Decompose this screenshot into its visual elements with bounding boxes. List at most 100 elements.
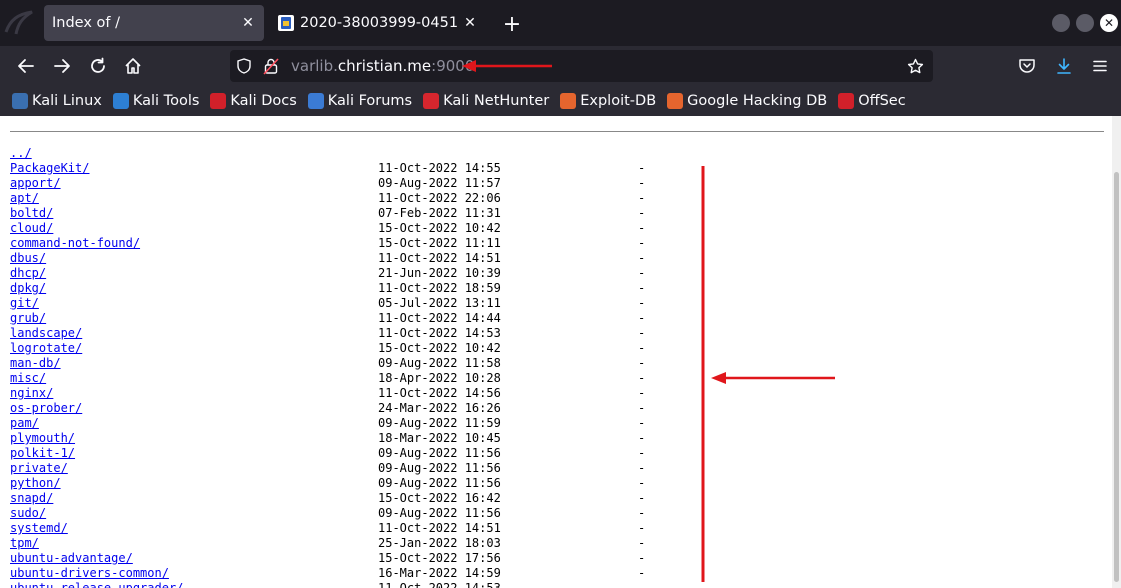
- maximize-window-icon[interactable]: [1076, 14, 1094, 32]
- bookmarks-toolbar: Kali Linux Kali Tools Kali Docs Kali Forums…: [0, 86, 1121, 116]
- modified-date: 16-Mar-2022 14:59: [378, 566, 501, 580]
- directory-link[interactable]: PackageKit/: [10, 161, 89, 175]
- page-scrollbar[interactable]: [1112, 116, 1121, 588]
- directory-link[interactable]: apt/: [10, 191, 39, 205]
- tab-second[interactable]: 2020-38003999-0451: U ✕: [268, 5, 486, 41]
- modified-date: 21-Jun-2022 10:39: [378, 266, 501, 280]
- directory-link[interactable]: dpkg/: [10, 281, 46, 295]
- directory-link[interactable]: snapd/: [10, 491, 53, 505]
- modified-date: 18-Mar-2022 10:45: [378, 431, 501, 445]
- file-size: -: [638, 551, 646, 565]
- directory-link[interactable]: cloud/: [10, 221, 53, 235]
- file-size: -: [638, 191, 646, 205]
- listing-row: systemd/11-Oct-2022 14:51 -: [10, 521, 645, 536]
- directory-link[interactable]: systemd/: [10, 521, 68, 535]
- directory-link[interactable]: git/: [10, 296, 39, 310]
- insecure-lock-icon[interactable]: [263, 57, 279, 75]
- directory-link[interactable]: man-db/: [10, 356, 61, 370]
- directory-link[interactable]: polkit-1/: [10, 446, 75, 460]
- directory-link[interactable]: ubuntu-advantage/: [10, 551, 133, 565]
- file-size: -: [638, 161, 646, 175]
- reload-icon[interactable]: [84, 52, 112, 80]
- page-content: ../ PackageKit/11-Oct-2022 14:55- apport/…: [0, 116, 1112, 588]
- directory-link[interactable]: grub/: [10, 311, 46, 325]
- modified-date: 09-Aug-2022 11:57: [378, 176, 501, 190]
- kali-menu-icon[interactable]: [4, 10, 34, 36]
- url-text[interactable]: varlib.christian.me:9000: [291, 57, 474, 75]
- directory-link[interactable]: command-not-found/: [10, 236, 140, 250]
- close-window-icon[interactable]: ✕: [1100, 14, 1118, 32]
- directory-link[interactable]: misc/: [10, 371, 46, 385]
- bookmark-exploit-db[interactable]: Exploit-DB: [560, 93, 656, 109]
- directory-link[interactable]: dhcp/: [10, 266, 46, 280]
- directory-link[interactable]: pam/: [10, 416, 39, 430]
- listing-row: boltd/07-Feb-2022 11:31 -: [10, 206, 645, 221]
- ghdb-icon: [667, 93, 684, 109]
- directory-link[interactable]: nginx/: [10, 386, 53, 400]
- modified-date: 15-Oct-2022 16:42: [378, 491, 501, 505]
- close-tab-icon[interactable]: ✕: [458, 11, 482, 35]
- directory-link[interactable]: dbus/: [10, 251, 46, 265]
- file-size: -: [638, 266, 646, 280]
- tab-index-of[interactable]: Index of / ✕: [44, 5, 264, 41]
- bookmark-google-hacking-db[interactable]: Google Hacking DB: [667, 93, 827, 109]
- tab-strip: Index of / ✕ 2020-38003999-0451: U ✕ + ✕: [0, 0, 1121, 46]
- file-size: -: [638, 356, 646, 370]
- directory-link[interactable]: sudo/: [10, 506, 46, 520]
- file-size: -: [638, 566, 646, 580]
- url-bar[interactable]: varlib.christian.me:9000: [230, 50, 933, 82]
- modified-date: 09-Aug-2022 11:59: [378, 416, 501, 430]
- tracking-protection-shield-icon[interactable]: [236, 58, 252, 74]
- bookmark-star-icon[interactable]: [907, 58, 924, 75]
- directory-link[interactable]: tpm/: [10, 536, 39, 550]
- directory-link[interactable]: private/: [10, 461, 68, 475]
- directory-link[interactable]: landscape/: [10, 326, 82, 340]
- directory-link[interactable]: plymouth/: [10, 431, 75, 445]
- navigation-toolbar: varlib.christian.me:9000: [0, 46, 1121, 86]
- kali-tools-icon: [112, 93, 129, 109]
- listing-row: landscape/11-Oct-2022 14:53 -: [10, 326, 645, 341]
- back-icon[interactable]: [12, 52, 40, 80]
- pocket-icon[interactable]: [1013, 52, 1041, 80]
- bookmark-kali-nethunter[interactable]: Kali NetHunter: [423, 93, 549, 109]
- modified-date: 11-Oct-2022 14:56: [378, 386, 501, 400]
- directory-link[interactable]: ubuntu-release-upgrader/: [10, 581, 183, 588]
- listing-row: plymouth/18-Mar-2022 10:45 -: [10, 431, 645, 446]
- modified-date: 11-Oct-2022 14:53: [378, 581, 501, 588]
- listing-row: PackageKit/11-Oct-2022 14:55 -: [10, 161, 645, 176]
- bookmark-kali-tools[interactable]: Kali Tools: [112, 93, 199, 109]
- bookmark-offsec[interactable]: OffSec: [838, 93, 906, 109]
- file-size: -: [638, 326, 646, 340]
- bookmark-kali-docs[interactable]: Kali Docs: [210, 93, 297, 109]
- file-size: -: [638, 386, 646, 400]
- hamburger-menu-icon[interactable]: [1086, 52, 1114, 80]
- minimize-window-icon[interactable]: [1052, 14, 1070, 32]
- modified-date: 07-Feb-2022 11:31: [378, 206, 501, 220]
- listing-row: apt/11-Oct-2022 22:06 -: [10, 191, 645, 206]
- listing-row: man-db/09-Aug-2022 11:58 -: [10, 356, 645, 371]
- modified-date: 11-Oct-2022 14:51: [378, 251, 501, 265]
- url-domain: christian.me: [337, 57, 432, 75]
- bookmark-kali-forums[interactable]: Kali Forums: [307, 93, 412, 109]
- file-size: -: [638, 536, 646, 550]
- directory-link[interactable]: ubuntu-drivers-common/: [10, 566, 169, 580]
- directory-link[interactable]: os-prober/: [10, 401, 82, 415]
- directory-link[interactable]: logrotate/: [10, 341, 82, 355]
- listing-row: private/09-Aug-2022 11:56 -: [10, 461, 645, 476]
- directory-link[interactable]: python/: [10, 476, 61, 490]
- scrollbar-thumb[interactable]: [1114, 172, 1119, 582]
- new-tab-icon[interactable]: +: [498, 10, 526, 38]
- close-tab-icon[interactable]: ✕: [236, 11, 260, 35]
- listing-row: nginx/11-Oct-2022 14:56 -: [10, 386, 645, 401]
- directory-link[interactable]: apport/: [10, 176, 61, 190]
- file-size: -: [638, 236, 646, 250]
- parent-directory-link[interactable]: ../: [10, 146, 32, 160]
- home-icon[interactable]: [119, 52, 147, 80]
- url-subdomain: varlib.: [291, 57, 338, 75]
- file-size: -: [638, 506, 646, 520]
- downloads-icon[interactable]: [1050, 52, 1078, 80]
- bookmark-kali-linux[interactable]: Kali Linux: [12, 93, 102, 109]
- directory-link[interactable]: boltd/: [10, 206, 53, 220]
- file-size: -: [638, 581, 646, 588]
- forward-icon[interactable]: [48, 52, 76, 80]
